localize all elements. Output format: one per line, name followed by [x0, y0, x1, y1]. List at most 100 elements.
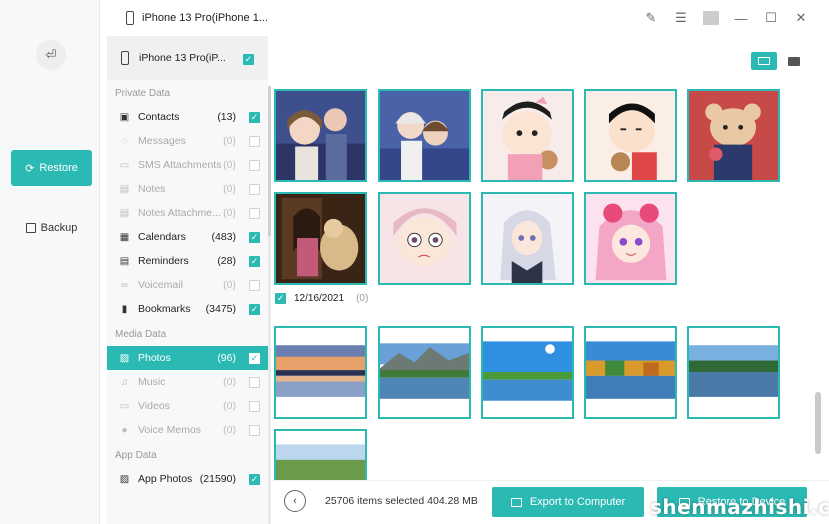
- backup-nav-button[interactable]: Backup: [11, 214, 92, 242]
- photo-thumbnail[interactable]: [687, 89, 780, 182]
- category-checkbox[interactable]: ✓: [249, 303, 260, 315]
- date-group-checkbox[interactable]: ✓: [275, 293, 286, 304]
- category-checkbox: [249, 400, 260, 412]
- device-selector[interactable]: iPhone 13 Pro(iPhone 1...: [126, 11, 268, 25]
- menu-icon[interactable]: ☰: [673, 10, 689, 26]
- category-checkbox: [249, 207, 260, 219]
- previous-button[interactable]: ‹: [284, 490, 306, 512]
- photo-thumbnail[interactable]: [378, 192, 471, 285]
- panel-scrollbar[interactable]: [268, 86, 271, 524]
- category-label: Notes Attachme...: [138, 207, 221, 219]
- category-messages: ◌ Messages (0): [107, 129, 268, 153]
- category-voice-memos: ● Voice Memos (0): [107, 418, 268, 442]
- maximize-icon[interactable]: ☐: [763, 10, 779, 26]
- device-checkbox[interactable]: ✓: [243, 54, 254, 65]
- music-icon: ♫: [120, 376, 129, 388]
- category-checkbox[interactable]: ✓: [249, 255, 260, 267]
- category-count: (21590): [199, 473, 236, 485]
- category-contacts[interactable]: ▣ Contacts (13) ✓: [107, 105, 268, 129]
- category-bookmarks[interactable]: ▮ Bookmarks (3475) ✓: [107, 297, 268, 321]
- selection-summary: 25706 items selected 404.28 MB: [325, 495, 478, 507]
- photo-thumbnail[interactable]: [481, 89, 574, 182]
- photo-thumbnail[interactable]: [687, 326, 780, 419]
- category-count: (0): [223, 400, 236, 412]
- category-checkbox[interactable]: ✓: [249, 473, 260, 485]
- photo-icon: ▨: [119, 352, 130, 364]
- watermark: shenmazhishi.co: [650, 495, 829, 519]
- category-photos[interactable]: ▨ Photos (96) ✓: [107, 346, 268, 370]
- grid-view-icon: [758, 57, 770, 65]
- category-reminders[interactable]: ▤ Reminders (28) ✓: [107, 249, 268, 273]
- notes-attachment-icon: ▤: [119, 207, 130, 219]
- category-music: ♫ Music (0): [107, 370, 268, 394]
- reminder-icon: ▤: [119, 255, 130, 267]
- refresh-icon: ⟳: [25, 162, 35, 175]
- bookmark-icon: ▮: [121, 303, 128, 315]
- photo-thumbnail[interactable]: [274, 326, 367, 419]
- category-count: (3475): [205, 303, 236, 315]
- category-app-photos[interactable]: ▨ App Photos (21590) ✓: [107, 467, 268, 491]
- brush-icon[interactable]: ✎: [643, 10, 659, 26]
- close-icon[interactable]: ✕: [793, 10, 809, 26]
- category-count: (0): [223, 424, 236, 436]
- photo-thumbnail[interactable]: [584, 89, 677, 182]
- message-icon: ◌: [121, 135, 128, 147]
- photo-thumbnail[interactable]: [274, 192, 367, 285]
- panel-scroll-thumb[interactable]: [268, 86, 271, 236]
- app-photo-icon: ▨: [119, 473, 130, 485]
- content-scrollbar[interactable]: [815, 392, 821, 454]
- voicemail-icon: ∞: [120, 279, 129, 291]
- minimize-icon[interactable]: —: [733, 11, 749, 26]
- category-checkbox[interactable]: ✓: [249, 352, 260, 364]
- photo-thumbnail[interactable]: [584, 192, 677, 285]
- category-calendars[interactable]: ▦ Calendars (483) ✓: [107, 225, 268, 249]
- view-toggle: [751, 52, 807, 70]
- category-count: (0): [223, 135, 236, 147]
- category-count: (28): [217, 255, 236, 267]
- device-row[interactable]: iPhone 13 Pro(iP... ✓: [107, 36, 268, 80]
- date-group-header[interactable]: ✓ 12/16/2021 (0): [275, 293, 368, 304]
- category-count: (0): [223, 207, 236, 219]
- attachment-icon: ▭: [119, 159, 130, 171]
- category-count: (483): [211, 231, 236, 243]
- photo-thumbnail[interactable]: [274, 89, 367, 182]
- export-to-computer-button[interactable]: Export to Computer: [492, 487, 644, 517]
- photo-thumbnail[interactable]: [274, 429, 367, 481]
- category-sms-attachments: ▭ SMS Attachments (0): [107, 153, 268, 177]
- category-label: Messages: [138, 135, 186, 147]
- grid-view-button[interactable]: [751, 52, 777, 70]
- photo-thumbnail[interactable]: [481, 192, 574, 285]
- category-label: Notes: [138, 183, 166, 195]
- date-group-date: 12/16/2021: [294, 293, 345, 304]
- back-icon: ⏎: [45, 47, 57, 62]
- device-title: iPhone 13 Pro(iPhone 1...: [142, 12, 268, 24]
- restore-nav-button[interactable]: ⟳ Restore: [11, 150, 92, 186]
- device-row-label: iPhone 13 Pro(iP...: [139, 52, 226, 64]
- folder-view-button[interactable]: [781, 52, 807, 70]
- microphone-icon: ●: [121, 424, 128, 436]
- category-count: (0): [223, 376, 236, 388]
- photo-thumbnail[interactable]: [481, 326, 574, 419]
- category-checkbox: [249, 376, 260, 388]
- category-checkbox: [249, 135, 260, 147]
- phone-icon: [121, 51, 129, 65]
- backup-icon: [25, 223, 36, 233]
- phone-icon: [126, 11, 134, 25]
- back-button[interactable]: ⏎: [36, 40, 66, 70]
- folder-icon: [788, 56, 800, 66]
- contacts-icon: ▣: [119, 111, 130, 123]
- photo-thumbnail[interactable]: [378, 89, 471, 182]
- export-label: Export to Computer: [529, 496, 626, 508]
- category-checkbox[interactable]: ✓: [249, 231, 260, 243]
- category-count: (0): [223, 279, 236, 291]
- photo-thumbnail[interactable]: [378, 326, 471, 419]
- section-media-data: Media Data: [115, 329, 167, 340]
- category-label: App Photos: [138, 473, 193, 485]
- photo-thumbnail[interactable]: [584, 326, 677, 419]
- category-checkbox[interactable]: ✓: [249, 111, 260, 123]
- category-checkbox: [249, 424, 260, 436]
- date-group-count: (0): [356, 293, 369, 304]
- category-panel: iPhone 13 Pro(iP... ✓ Private Data ▣ Con…: [107, 36, 268, 524]
- computer-icon: [510, 497, 522, 507]
- category-checkbox: [249, 279, 260, 291]
